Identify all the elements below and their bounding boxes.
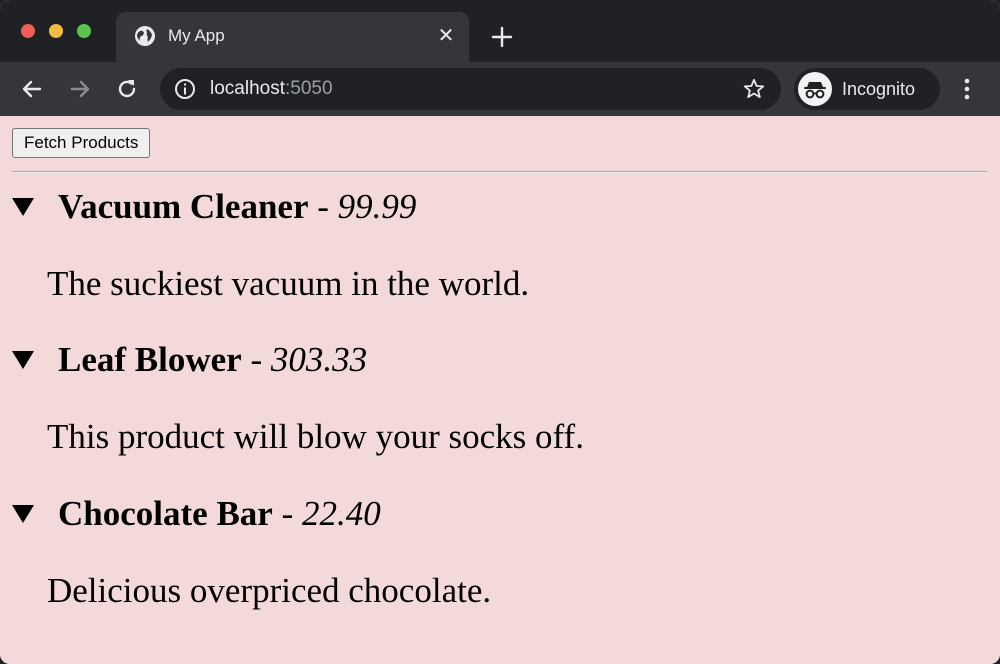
- url-host: localhost: [210, 78, 285, 99]
- product-description: Delicious overpriced chocolate.: [47, 571, 492, 610]
- product-name: Chocolate Bar: [58, 494, 273, 533]
- product-title: Vacuum Cleaner - 99.99: [58, 185, 416, 229]
- disclosure-triangle-icon[interactable]: [12, 351, 34, 369]
- maximize-window-button[interactable]: [77, 24, 91, 38]
- close-window-button[interactable]: [21, 24, 35, 38]
- product-description: The suckiest vacuum in the world.: [47, 264, 530, 303]
- incognito-profile-button[interactable]: Incognito: [794, 68, 940, 110]
- tab-my-app[interactable]: My App ✕: [116, 12, 469, 62]
- minimize-window-button[interactable]: [49, 24, 63, 38]
- fetch-products-button[interactable]: Fetch Products: [12, 128, 151, 158]
- info-icon[interactable]: [174, 78, 196, 100]
- address-bar[interactable]: localhost:5050: [160, 68, 781, 110]
- globe-icon: [135, 26, 155, 46]
- incognito-label: Incognito: [842, 79, 916, 99]
- browser-toolbar: localhost:5050 Incognito: [0, 62, 1000, 116]
- product-name: Vacuum Cleaner: [58, 187, 309, 226]
- disclosure-triangle-icon[interactable]: [12, 198, 34, 216]
- product-title: Chocolate Bar - 22.40: [58, 492, 381, 536]
- product-price: 22.40: [301, 494, 381, 533]
- price-separator: -: [272, 494, 302, 533]
- tab-strip: My App ✕: [0, 0, 1000, 62]
- price-separator: -: [241, 340, 271, 379]
- horizontal-rule: [12, 171, 987, 173]
- disclosure-triangle-icon[interactable]: [12, 505, 34, 523]
- url-port: :5050: [285, 78, 333, 99]
- tab-title: My App: [168, 26, 225, 45]
- product-price: 303.33: [270, 340, 368, 379]
- page-content: Fetch Products Vacuum Cleaner - 99.99 Th…: [0, 116, 1000, 664]
- product-description: This product will blow your socks off.: [47, 417, 584, 456]
- product-title: Leaf Blower - 303.33: [58, 338, 367, 382]
- price-separator: -: [308, 187, 338, 226]
- incognito-icon: [798, 72, 832, 106]
- forward-arrow-icon[interactable]: [67, 76, 93, 102]
- reload-icon[interactable]: [114, 76, 140, 102]
- star-icon[interactable]: [742, 77, 766, 101]
- browser-window: My App ✕ localhost:5050 Incognito Fetch …: [0, 0, 1000, 664]
- close-tab-icon[interactable]: ✕: [434, 24, 458, 48]
- product-price: 99.99: [337, 187, 417, 226]
- product-name: Leaf Blower: [58, 340, 242, 379]
- back-arrow-icon[interactable]: [19, 76, 45, 102]
- url-text[interactable]: localhost:5050: [210, 78, 333, 100]
- more-vert-icon[interactable]: [956, 76, 978, 102]
- plus-icon[interactable]: [488, 23, 516, 51]
